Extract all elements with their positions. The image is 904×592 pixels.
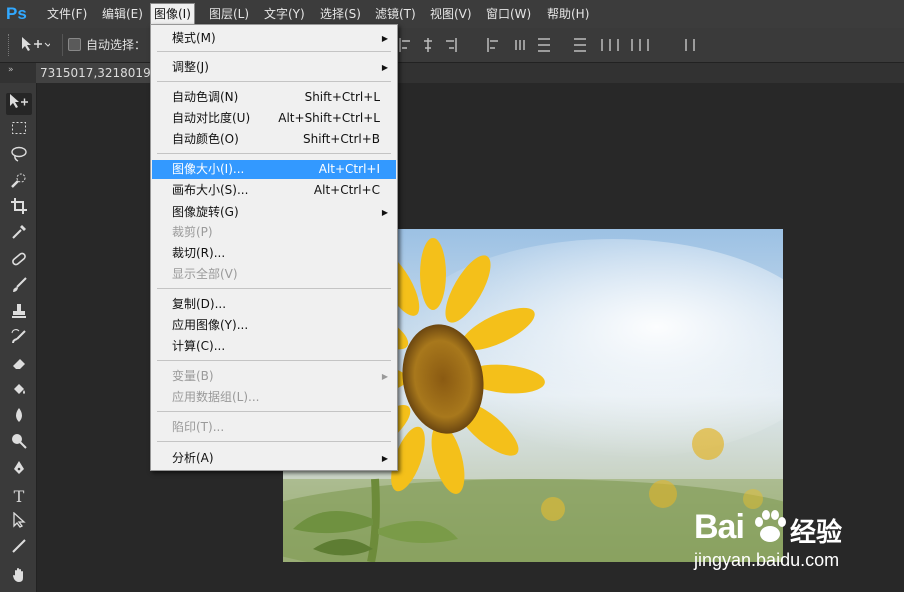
menu-item-duplicate[interactable]: 复制(D)...	[152, 295, 396, 314]
dodge-tool-icon[interactable]	[6, 433, 32, 455]
submenu-arrow-icon: ▶	[381, 63, 388, 72]
menu-item-trim[interactable]: 裁切(R)...	[152, 244, 396, 263]
quick-selection-tool-icon[interactable]	[6, 172, 32, 194]
menu-item-apply-data-set: 应用数据组(L)...	[172, 390, 260, 404]
collapse-panel-icon[interactable]: »	[8, 65, 14, 75]
menu-item-calculations[interactable]: 计算(C)...	[152, 337, 396, 356]
eyedropper-tool-icon[interactable]	[6, 224, 32, 246]
photoshop-logo[interactable]: Ps	[6, 3, 32, 25]
menu-item-analysis[interactable]: 分析(A) ▶	[152, 449, 396, 468]
menu-window[interactable]: 窗口(W)	[483, 4, 534, 24]
menu-item-image-size[interactable]: 图像大小(I)... Alt+Ctrl+I	[152, 160, 396, 179]
menu-file[interactable]: 文件(F)	[44, 4, 90, 24]
blur-tool-icon[interactable]	[6, 407, 32, 429]
eraser-tool-icon[interactable]	[6, 355, 32, 377]
menu-filter[interactable]: 滤镜(T)	[372, 4, 419, 24]
type-tool-icon[interactable]: T	[6, 486, 32, 508]
menu-item-reveal-all: 显示全部(V)	[172, 267, 238, 281]
menu-help[interactable]: 帮助(H)	[544, 4, 592, 24]
menu-layer[interactable]: 图层(L)	[206, 4, 252, 24]
menu-bar: Ps 文件(F) 编辑(E) 图像(I) 图层(L) 文字(Y) 选择(S) 滤…	[0, 0, 904, 28]
menu-item-auto-tone[interactable]: 自动色调(N) Shift+Ctrl+L	[152, 88, 396, 107]
healing-brush-tool-icon[interactable]	[6, 251, 32, 273]
menu-select[interactable]: 选择(S)	[317, 4, 364, 24]
menu-item-trap: 陷印(T)...	[172, 420, 225, 434]
menu-view[interactable]: 视图(V)	[427, 4, 475, 24]
move-tool-preset-icon[interactable]	[20, 35, 52, 57]
menu-item-auto-contrast[interactable]: 自动对比度(U) Alt+Shift+Ctrl+L	[152, 109, 396, 128]
lasso-tool-icon[interactable]	[6, 146, 32, 168]
document-tab-bar: » 7315017,32180190	[0, 63, 904, 83]
auto-select-checkbox[interactable]	[68, 38, 81, 51]
menu-edit[interactable]: 编辑(E)	[99, 4, 146, 24]
menu-type[interactable]: 文字(Y)	[261, 4, 308, 24]
hand-tool-icon[interactable]	[6, 567, 32, 589]
menu-separator	[157, 51, 391, 52]
menu-image[interactable]: 图像(I)	[150, 3, 195, 25]
align-icons-group	[398, 37, 718, 56]
menu-item-auto-color[interactable]: 自动颜色(O) Shift+Ctrl+B	[152, 130, 396, 149]
menu-item-mode[interactable]: 模式(M) ▶	[152, 29, 396, 48]
submenu-arrow-icon: ▶	[381, 208, 388, 217]
brush-tool-icon[interactable]	[6, 277, 32, 299]
auto-select-label: 自动选择：	[86, 38, 147, 52]
menu-item-canvas-size[interactable]: 画布大小(S)... Alt+Ctrl+C	[152, 181, 396, 200]
watermark-url: jingyan.baidu.com	[694, 550, 840, 570]
menu-item-adjustments[interactable]: 调整(J) ▶	[152, 58, 396, 77]
menu-item-image-rotation[interactable]: 图像旋转(G) ▶	[152, 203, 396, 222]
menu-separator	[157, 288, 391, 289]
menu-separator	[157, 153, 391, 154]
watermark-brand-left: Bai	[694, 508, 745, 546]
path-selection-tool-icon[interactable]	[6, 511, 32, 534]
submenu-arrow-icon: ▶	[381, 372, 388, 381]
move-tool-icon[interactable]	[6, 93, 32, 115]
paw-logo-icon	[750, 506, 790, 549]
menu-separator	[157, 441, 391, 442]
menu-separator	[157, 360, 391, 361]
paint-bucket-tool-icon[interactable]	[6, 381, 32, 403]
menu-separator	[157, 411, 391, 412]
crop-tool-icon[interactable]	[6, 198, 32, 220]
document-tab[interactable]: 7315017,32180190	[36, 63, 163, 83]
options-bar: 自动选择：	[0, 28, 904, 63]
divider	[62, 34, 63, 56]
menu-separator	[157, 81, 391, 82]
submenu-arrow-icon: ▶	[381, 34, 388, 43]
image-menu-dropdown: 模式(M) ▶ 调整(J) ▶ 自动色调(N) Shift+Ctrl+L 自动对比度(…	[150, 24, 398, 471]
pen-tool-icon[interactable]	[6, 460, 32, 482]
menu-item-crop: 裁剪(P)	[172, 225, 213, 239]
tools-panel: T	[0, 83, 37, 592]
menu-item-apply-image[interactable]: 应用图像(Y)...	[152, 316, 396, 335]
marquee-tool-icon[interactable]	[6, 120, 32, 142]
line-tool-icon[interactable]	[6, 538, 32, 560]
history-brush-tool-icon[interactable]	[6, 329, 32, 351]
clone-stamp-tool-icon[interactable]	[6, 303, 32, 325]
menu-item-variables: 变量(B) ▶	[152, 367, 396, 386]
watermark-brand-right: 经验	[790, 517, 843, 547]
panel-grip[interactable]	[8, 34, 12, 56]
submenu-arrow-icon: ▶	[381, 454, 388, 463]
